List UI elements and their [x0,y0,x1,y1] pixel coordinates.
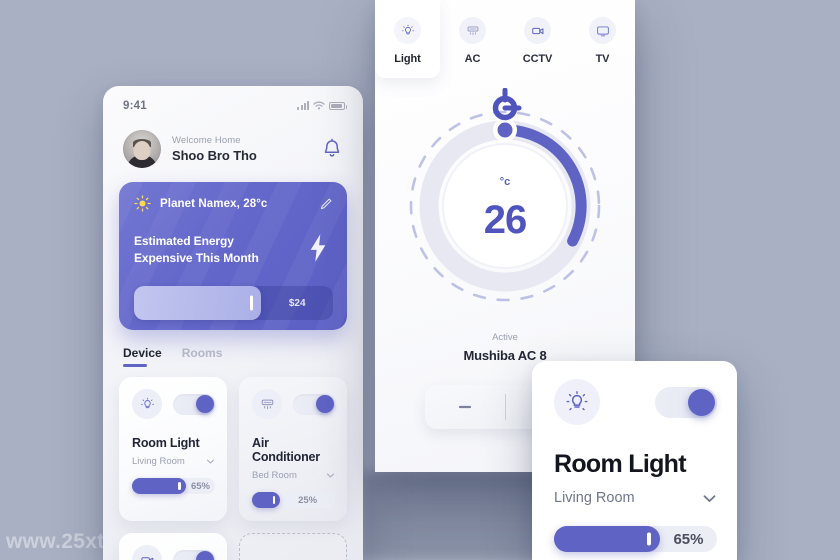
status-badge: Active [492,332,518,343]
tab-cctv[interactable]: CCTV [505,0,570,78]
device-card-header [132,545,215,560]
minus-icon [458,405,471,409]
device-room-row[interactable]: Living Room [132,456,215,467]
device-slider-air-conditioner[interactable]: 25% [252,492,335,508]
energy-title-line2: Expensive This Month [134,251,259,266]
device-tabs: Device Rooms [103,330,363,367]
device-card-header [252,389,335,419]
device-toggle-room-light[interactable] [173,393,215,415]
device-room: Living Room [132,456,185,467]
device-toggle-air-conditioner[interactable] [293,393,335,415]
detail-card-room-selector[interactable]: Living Room [554,490,717,506]
panel-drop-shadow [362,472,552,560]
energy-price: $24 [288,297,306,309]
device-card-air-conditioner[interactable]: Air Conditioner Bed Room 25% [239,377,347,521]
device-name: Room Light [132,436,200,450]
dial-top-marker [492,88,522,121]
device-slider-fill [252,492,281,508]
wifi-icon [313,101,325,110]
device-room: Bed Room [252,470,297,481]
tab-cctv-label: CCTV [522,53,553,65]
detail-card-slider-fill [554,526,660,552]
cctv-camera-icon [132,545,162,560]
detail-card-slider[interactable]: 65% [554,526,717,552]
detail-card-title: Room Light [554,450,687,478]
device-slider-value: 65% [190,480,210,492]
tv-icon [589,17,616,44]
tab-tv-label: TV [595,53,610,65]
energy-title-row: Estimated Energy Expensive This Month [134,233,333,267]
device-name: Air Conditioner [252,436,320,464]
device-room-row[interactable]: Bed Room [252,470,335,481]
cctv-camera-icon [524,17,551,44]
light-bulb-icon [554,379,600,425]
chevron-down-icon [206,459,215,464]
phone-mockup: 9:41 Welcome Home Shoo Bro Tho Planet Na… [103,86,363,560]
light-bulb-icon [132,389,162,419]
app-screenshot: www.25xt.com 9:41 Welcome Home Shoo Bro … [0,0,840,560]
avatar[interactable] [123,130,161,168]
sun-icon [134,195,151,212]
bolt-icon [310,234,326,262]
device-card-header [132,389,215,419]
tab-light-label: Light [394,53,421,65]
pencil-icon[interactable] [319,197,333,211]
device-slider-room-light[interactable]: 65% [132,478,215,494]
decrease-button[interactable] [425,400,505,414]
energy-progress-bar[interactable]: $24 [134,286,333,321]
detail-card-slider-value: 65% [673,530,704,548]
tab-ac-label: AC [464,53,481,65]
detail-card-header [554,379,717,425]
chevron-down-icon [326,473,335,478]
tab-ac[interactable]: AC [440,0,505,78]
chevron-down-icon [703,494,716,502]
signal-icon [297,101,309,110]
detail-card-room: Living Room [554,490,635,506]
add-device-card[interactable] [239,533,347,560]
weather-row: Planet Namex, 28°c [134,195,333,212]
status-bar-icons [297,101,347,110]
tab-rooms[interactable]: Rooms [182,346,223,367]
energy-title: Estimated Energy Expensive This Month [134,233,307,267]
energy-card[interactable]: Planet Namex, 28°c Estimated Energy Expe… [119,182,347,330]
device-card-room-light[interactable]: Room Light Living Room 65% [119,377,227,521]
device-slider-value: 25% [298,494,318,506]
status-bar: 9:41 [103,86,363,116]
device-card-cctv[interactable]: CCTV [119,533,227,560]
bell-icon[interactable] [321,138,343,160]
greeting-text: Welcome Home Shoo Bro Tho [172,135,321,163]
weather-text: Planet Namex, 28°c [160,197,268,210]
air-conditioner-icon [459,17,486,44]
light-bulb-icon [394,17,421,44]
battery-icon [329,101,347,110]
status-bar-time: 9:41 [123,99,147,112]
tab-device[interactable]: Device [123,346,162,367]
room-light-detail-card: Room Light Living Room 65% [532,361,737,560]
greeting-header: Welcome Home Shoo Bro Tho [103,116,363,168]
energy-title-line1: Estimated Energy [134,234,234,248]
category-tabs: Light AC CCTV TV [375,0,635,78]
welcome-label: Welcome Home [172,135,241,146]
temperature-dial-wrapper: °c 26 [375,80,635,330]
device-slider-fill [132,478,186,494]
detail-card-toggle[interactable] [655,386,717,418]
air-conditioner-icon [252,389,282,419]
temperature-unit: °c [499,176,511,188]
user-name: Shoo Bro Tho [172,148,257,163]
energy-progress-fill [134,286,262,321]
device-grid: Room Light Living Room 65% Air Condition… [103,367,363,560]
device-toggle-cctv[interactable] [173,549,215,560]
tab-light[interactable]: Light [375,0,440,78]
temperature-value: 26 [483,198,527,242]
tab-tv[interactable]: TV [570,0,635,78]
